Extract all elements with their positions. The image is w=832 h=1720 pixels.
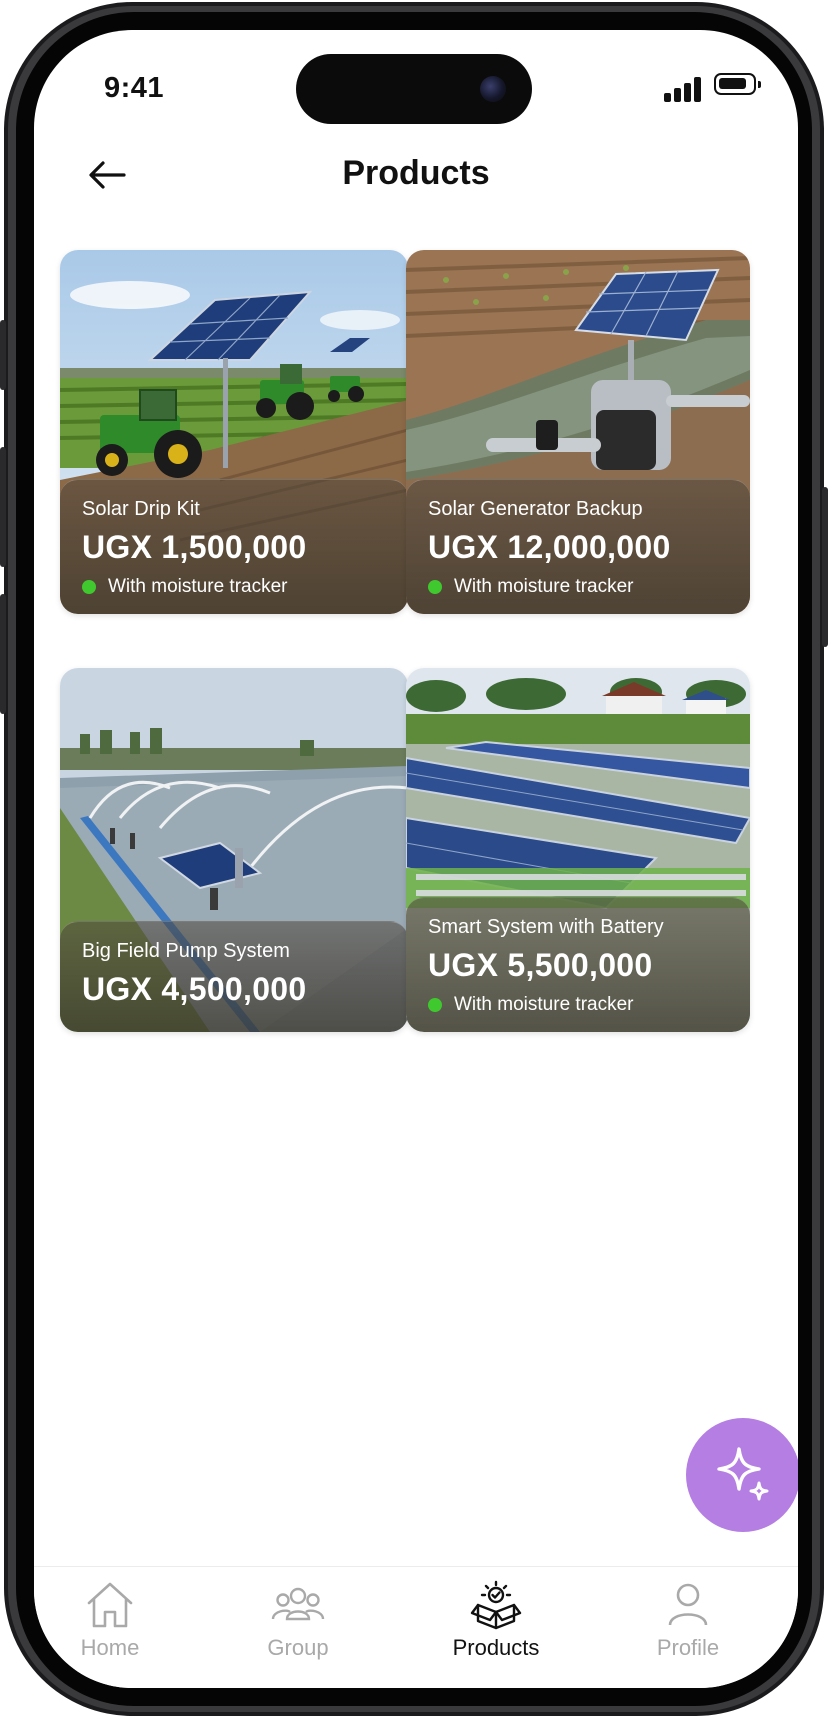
tab-home[interactable]: Home (40, 1579, 180, 1661)
product-price: UGX 12,000,000 (428, 529, 671, 565)
tab-products[interactable]: Products (426, 1579, 566, 1661)
product-price: UGX 1,500,000 (82, 529, 307, 565)
status-time: 9:41 (104, 72, 165, 104)
group-icon (271, 1587, 325, 1621)
products-box-icon (470, 1580, 522, 1630)
dynamic-island (296, 54, 532, 124)
product-card-solar-drip-kit[interactable]: Solar Drip Kit UGX 1,500,000 With moistu… (60, 250, 408, 614)
sparkle-icon (717, 1447, 769, 1501)
profile-icon (668, 1583, 708, 1626)
product-name: Smart System with Battery (428, 916, 664, 938)
volume-up-button (0, 447, 6, 567)
tab-products-label: Products (452, 1635, 540, 1660)
power-button (822, 487, 828, 647)
product-info-panel: Smart System with Battery UGX 5,500,000 … (406, 897, 750, 1032)
home-icon (87, 1582, 133, 1628)
tab-group[interactable]: Group (228, 1579, 368, 1661)
product-price: UGX 4,500,000 (82, 971, 307, 1007)
product-feature-label: With moisture tracker (108, 576, 288, 597)
product-name: Solar Drip Kit (82, 498, 200, 520)
product-feature-label: With moisture tracker (454, 576, 634, 597)
status-dot-icon (428, 580, 442, 594)
screen: 9:41 Products Solar Drip Kit UGX 1,500,0… (34, 30, 798, 1688)
product-feature-tag: With moisture tracker (428, 994, 730, 1016)
product-name: Big Field Pump System (82, 940, 290, 962)
status-dot-icon (428, 998, 442, 1012)
product-name: Solar Generator Backup (428, 498, 643, 520)
mute-switch (0, 320, 6, 390)
bottom-tab-bar: Home Group Products Profile (34, 1566, 798, 1688)
product-info-panel: Solar Generator Backup UGX 12,000,000 Wi… (406, 479, 750, 614)
product-feature-tag: With moisture tracker (428, 576, 730, 598)
product-info-panel: Big Field Pump System UGX 4,500,000 (60, 921, 408, 1032)
tab-home-label: Home (80, 1635, 140, 1660)
status-dot-icon (82, 580, 96, 594)
product-card-big-field-pump-system[interactable]: Big Field Pump System UGX 4,500,000 (60, 668, 408, 1032)
tab-profile[interactable]: Profile (618, 1579, 758, 1661)
product-feature-label: With moisture tracker (454, 994, 634, 1015)
camera-icon (480, 76, 506, 102)
product-card-smart-system-with-battery[interactable]: Smart System with Battery UGX 5,500,000 … (406, 668, 750, 1032)
tab-group-label: Group (267, 1635, 329, 1660)
ai-assistant-button[interactable] (686, 1418, 798, 1532)
battery-icon (714, 73, 761, 95)
tab-profile-label: Profile (656, 1635, 720, 1660)
volume-down-button (0, 594, 6, 714)
product-card-solar-generator-backup[interactable]: Solar Generator Backup UGX 12,000,000 Wi… (406, 250, 750, 614)
product-feature-tag: With moisture tracker (82, 576, 388, 598)
cellular-signal-icon (664, 76, 702, 102)
product-price: UGX 5,500,000 (428, 947, 653, 983)
product-info-panel: Solar Drip Kit UGX 1,500,000 With moistu… (60, 479, 408, 614)
page-title: Products (342, 154, 490, 192)
